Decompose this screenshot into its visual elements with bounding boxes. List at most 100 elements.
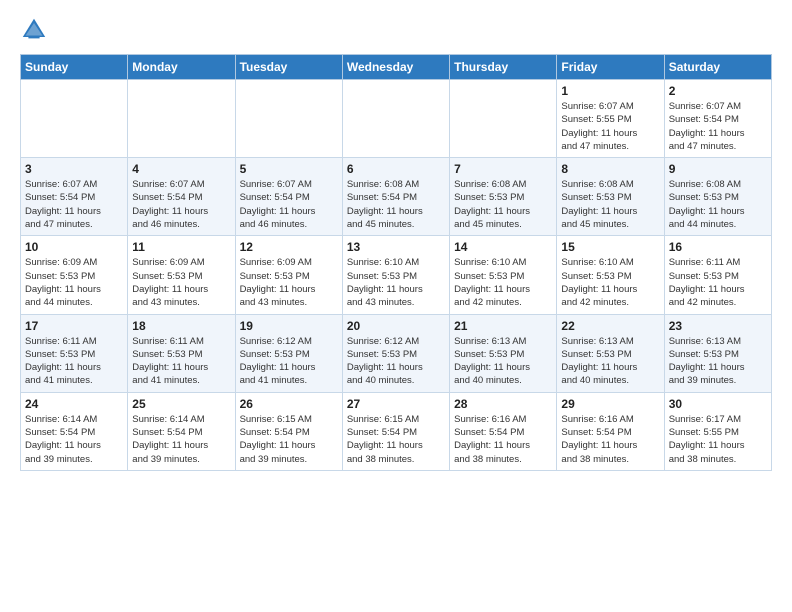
calendar-cell — [21, 80, 128, 158]
column-header-sunday: Sunday — [21, 55, 128, 80]
calendar-cell: 20 Sunrise: 6:12 AM Sunset: 5:53 PM Dayli… — [342, 314, 449, 392]
calendar-cell: 27 Sunrise: 6:15 AM Sunset: 5:54 PM Dayli… — [342, 392, 449, 470]
calendar-cell — [128, 80, 235, 158]
column-header-thursday: Thursday — [450, 55, 557, 80]
calendar-cell: 15 Sunrise: 6:10 AM Sunset: 5:53 PM Dayli… — [557, 236, 664, 314]
cell-content: Sunrise: 6:11 AM Sunset: 5:53 PM Dayligh… — [132, 335, 230, 388]
day-number: 9 — [669, 162, 767, 176]
cell-content: Sunrise: 6:12 AM Sunset: 5:53 PM Dayligh… — [347, 335, 445, 388]
column-header-tuesday: Tuesday — [235, 55, 342, 80]
cell-content: Sunrise: 6:14 AM Sunset: 5:54 PM Dayligh… — [132, 413, 230, 466]
week-row-1: 1Sunrise: 6:07 AM Sunset: 5:55 PM Daylig… — [21, 80, 772, 158]
day-number: 15 — [561, 240, 659, 254]
calendar-cell: 25 Sunrise: 6:14 AM Sunset: 5:54 PM Dayli… — [128, 392, 235, 470]
calendar-cell: 11Sunrise: 6:09 AM Sunset: 5:53 PM Dayli… — [128, 236, 235, 314]
calendar-cell: 9 Sunrise: 6:08 AM Sunset: 5:53 PM Daylig… — [664, 158, 771, 236]
cell-content: Sunrise: 6:08 AM Sunset: 5:53 PM Dayligh… — [454, 178, 552, 231]
day-number: 7 — [454, 162, 552, 176]
logo — [20, 16, 50, 44]
calendar-cell: 2Sunrise: 6:07 AM Sunset: 5:54 PM Daylig… — [664, 80, 771, 158]
cell-content: Sunrise: 6:07 AM Sunset: 5:54 PM Dayligh… — [240, 178, 338, 231]
calendar-cell: 23 Sunrise: 6:13 AM Sunset: 5:53 PM Dayli… — [664, 314, 771, 392]
calendar-cell: 3Sunrise: 6:07 AM Sunset: 5:54 PM Daylig… — [21, 158, 128, 236]
day-number: 16 — [669, 240, 767, 254]
calendar-cell: 4Sunrise: 6:07 AM Sunset: 5:54 PM Daylig… — [128, 158, 235, 236]
cell-content: Sunrise: 6:15 AM Sunset: 5:54 PM Dayligh… — [347, 413, 445, 466]
day-number: 13 — [347, 240, 445, 254]
cell-content: Sunrise: 6:09 AM Sunset: 5:53 PM Dayligh… — [240, 256, 338, 309]
cell-content: Sunrise: 6:10 AM Sunset: 5:53 PM Dayligh… — [347, 256, 445, 309]
cell-content: Sunrise: 6:11 AM Sunset: 5:53 PM Dayligh… — [25, 335, 123, 388]
cell-content: Sunrise: 6:11 AM Sunset: 5:53 PM Dayligh… — [669, 256, 767, 309]
day-number: 19 — [240, 319, 338, 333]
calendar-cell: 1Sunrise: 6:07 AM Sunset: 5:55 PM Daylig… — [557, 80, 664, 158]
calendar-cell — [235, 80, 342, 158]
calendar: SundayMondayTuesdayWednesdayThursdayFrid… — [20, 54, 772, 471]
calendar-cell — [450, 80, 557, 158]
calendar-cell: 12 Sunrise: 6:09 AM Sunset: 5:53 PM Dayli… — [235, 236, 342, 314]
day-number: 25 — [132, 397, 230, 411]
day-number: 18 — [132, 319, 230, 333]
cell-content: Sunrise: 6:13 AM Sunset: 5:53 PM Dayligh… — [669, 335, 767, 388]
column-header-wednesday: Wednesday — [342, 55, 449, 80]
calendar-cell: 10Sunrise: 6:09 AM Sunset: 5:53 PM Dayli… — [21, 236, 128, 314]
cell-content: Sunrise: 6:17 AM Sunset: 5:55 PM Dayligh… — [669, 413, 767, 466]
calendar-cell: 29 Sunrise: 6:16 AM Sunset: 5:54 PM Dayli… — [557, 392, 664, 470]
column-header-friday: Friday — [557, 55, 664, 80]
column-header-saturday: Saturday — [664, 55, 771, 80]
day-number: 8 — [561, 162, 659, 176]
week-row-5: 24 Sunrise: 6:14 AM Sunset: 5:54 PM Dayli… — [21, 392, 772, 470]
cell-content: Sunrise: 6:07 AM Sunset: 5:54 PM Dayligh… — [132, 178, 230, 231]
day-number: 30 — [669, 397, 767, 411]
day-number: 28 — [454, 397, 552, 411]
cell-content: Sunrise: 6:10 AM Sunset: 5:53 PM Dayligh… — [454, 256, 552, 309]
day-number: 12 — [240, 240, 338, 254]
day-number: 24 — [25, 397, 123, 411]
calendar-cell: 18 Sunrise: 6:11 AM Sunset: 5:53 PM Dayli… — [128, 314, 235, 392]
page: SundayMondayTuesdayWednesdayThursdayFrid… — [0, 0, 792, 481]
day-number: 27 — [347, 397, 445, 411]
calendar-cell: 17 Sunrise: 6:11 AM Sunset: 5:53 PM Dayli… — [21, 314, 128, 392]
day-number: 6 — [347, 162, 445, 176]
day-number: 17 — [25, 319, 123, 333]
cell-content: Sunrise: 6:08 AM Sunset: 5:53 PM Dayligh… — [561, 178, 659, 231]
day-number: 11 — [132, 240, 230, 254]
calendar-cell: 8 Sunrise: 6:08 AM Sunset: 5:53 PM Daylig… — [557, 158, 664, 236]
day-number: 2 — [669, 84, 767, 98]
day-number: 5 — [240, 162, 338, 176]
calendar-body: 1Sunrise: 6:07 AM Sunset: 5:55 PM Daylig… — [21, 80, 772, 471]
cell-content: Sunrise: 6:07 AM Sunset: 5:55 PM Dayligh… — [561, 100, 659, 153]
cell-content: Sunrise: 6:16 AM Sunset: 5:54 PM Dayligh… — [561, 413, 659, 466]
calendar-cell: 13 Sunrise: 6:10 AM Sunset: 5:53 PM Dayli… — [342, 236, 449, 314]
calendar-cell: 24 Sunrise: 6:14 AM Sunset: 5:54 PM Dayli… — [21, 392, 128, 470]
cell-content: Sunrise: 6:10 AM Sunset: 5:53 PM Dayligh… — [561, 256, 659, 309]
logo-icon — [20, 16, 48, 44]
day-number: 22 — [561, 319, 659, 333]
calendar-cell: 19 Sunrise: 6:12 AM Sunset: 5:53 PM Dayli… — [235, 314, 342, 392]
week-row-4: 17 Sunrise: 6:11 AM Sunset: 5:53 PM Dayli… — [21, 314, 772, 392]
calendar-cell: 7 Sunrise: 6:08 AM Sunset: 5:53 PM Daylig… — [450, 158, 557, 236]
cell-content: Sunrise: 6:08 AM Sunset: 5:54 PM Dayligh… — [347, 178, 445, 231]
day-number: 29 — [561, 397, 659, 411]
day-number: 21 — [454, 319, 552, 333]
day-number: 26 — [240, 397, 338, 411]
calendar-cell: 6 Sunrise: 6:08 AM Sunset: 5:54 PM Daylig… — [342, 158, 449, 236]
header-row: SundayMondayTuesdayWednesdayThursdayFrid… — [21, 55, 772, 80]
cell-content: Sunrise: 6:16 AM Sunset: 5:54 PM Dayligh… — [454, 413, 552, 466]
week-row-3: 10Sunrise: 6:09 AM Sunset: 5:53 PM Dayli… — [21, 236, 772, 314]
cell-content: Sunrise: 6:12 AM Sunset: 5:53 PM Dayligh… — [240, 335, 338, 388]
column-header-monday: Monday — [128, 55, 235, 80]
day-number: 14 — [454, 240, 552, 254]
cell-content: Sunrise: 6:09 AM Sunset: 5:53 PM Dayligh… — [25, 256, 123, 309]
calendar-cell: 16 Sunrise: 6:11 AM Sunset: 5:53 PM Dayli… — [664, 236, 771, 314]
calendar-cell: 28 Sunrise: 6:16 AM Sunset: 5:54 PM Dayli… — [450, 392, 557, 470]
cell-content: Sunrise: 6:13 AM Sunset: 5:53 PM Dayligh… — [454, 335, 552, 388]
calendar-header: SundayMondayTuesdayWednesdayThursdayFrid… — [21, 55, 772, 80]
calendar-cell: 5 Sunrise: 6:07 AM Sunset: 5:54 PM Daylig… — [235, 158, 342, 236]
day-number: 23 — [669, 319, 767, 333]
day-number: 3 — [25, 162, 123, 176]
cell-content: Sunrise: 6:14 AM Sunset: 5:54 PM Dayligh… — [25, 413, 123, 466]
cell-content: Sunrise: 6:08 AM Sunset: 5:53 PM Dayligh… — [669, 178, 767, 231]
header — [20, 16, 772, 44]
day-number: 20 — [347, 319, 445, 333]
